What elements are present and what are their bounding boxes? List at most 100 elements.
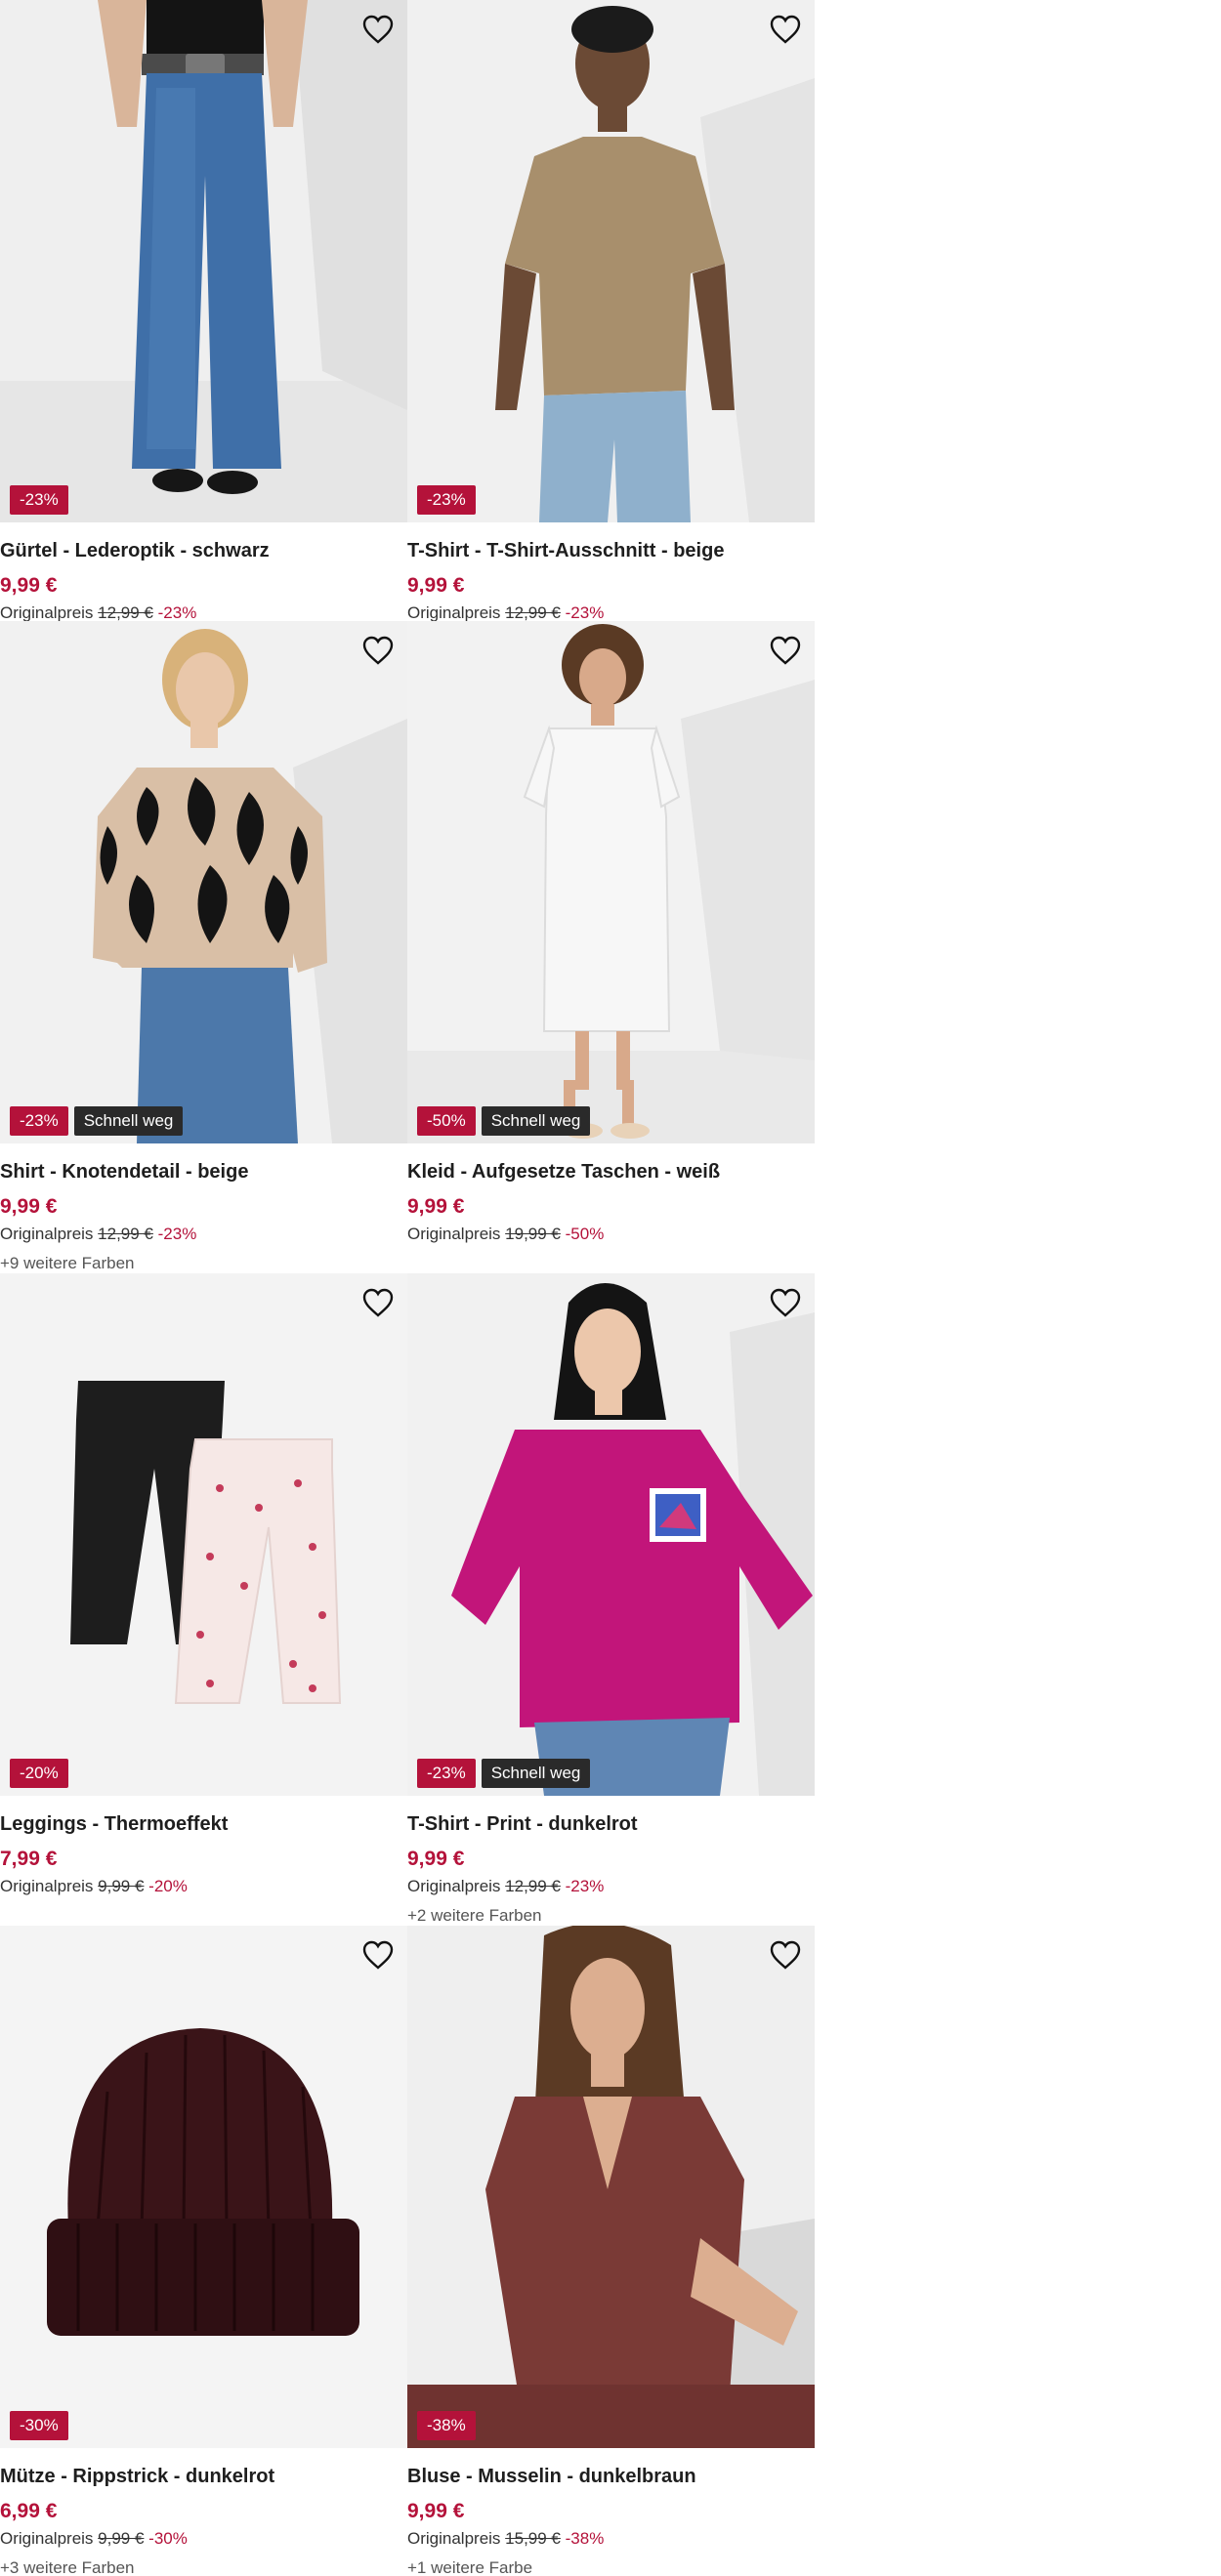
product-title[interactable]: T-Shirt - T-Shirt-Ausschnitt - beige: [407, 538, 815, 563]
product-title[interactable]: Shirt - Knotendetail - beige: [0, 1159, 407, 1184]
product-photo-jeans: [0, 0, 407, 522]
wishlist-heart-icon[interactable]: [768, 1937, 803, 1973]
product-info: Kleid - Aufgesetze Taschen - weiß 9,99 €…: [407, 1143, 815, 1245]
product-title[interactable]: Leggings - Thermoeffekt: [0, 1811, 407, 1837]
product-price: 7,99 €: [0, 1848, 58, 1870]
badge-row: -30%: [10, 2411, 68, 2440]
wishlist-heart-icon[interactable]: [360, 1937, 396, 1973]
badge-row: -23%: [10, 485, 68, 515]
wishlist-heart-icon[interactable]: [768, 1285, 803, 1320]
badge-row: -23% Schnell weg: [10, 1106, 184, 1136]
product-title[interactable]: Bluse - Musselin - dunkelbraun: [407, 2464, 815, 2489]
schnell-weg-badge: Schnell weg: [481, 1759, 591, 1788]
product-info: Bluse - Musselin - dunkelbraun 9,99 € Or…: [407, 2448, 815, 2576]
product-photo-tshirt-print: [407, 1273, 815, 1796]
product-card[interactable]: -23% T-Shirt - T-Shirt-Ausschnitt - beig…: [407, 0, 815, 621]
original-price: 12,99 €: [505, 1877, 561, 1895]
original-price-line: Originalpreis 19,99 € -50%: [407, 1224, 815, 1245]
original-price-line: Originalpreis 12,99 € -23%: [0, 602, 407, 621]
product-price: 9,99 €: [407, 1848, 465, 1870]
product-photo-shirt-print: [0, 621, 407, 1143]
product-info: Gürtel - Lederoptik - schwarz 9,99 € Ori…: [0, 522, 407, 621]
product-image[interactable]: -38%: [407, 1926, 815, 2448]
badge-row: -23%: [417, 485, 476, 515]
product-title[interactable]: Mütze - Rippstrick - dunkelrot: [0, 2464, 407, 2489]
original-price-label: Originalpreis: [0, 2529, 94, 2548]
product-info: T-Shirt - Print - dunkelrot 9,99 € Origi…: [407, 1796, 815, 1926]
product-info: T-Shirt - T-Shirt-Ausschnitt - beige 9,9…: [407, 522, 815, 621]
original-price: 9,99 €: [98, 1877, 145, 1895]
more-colors-link[interactable]: +9 weitere Farben: [0, 1253, 407, 1273]
discount-percent: -23%: [157, 603, 197, 621]
product-card[interactable]: -23% Schnell weg T-Shirt - Print - dunke…: [407, 1273, 815, 1926]
product-info: Shirt - Knotendetail - beige 9,99 € Orig…: [0, 1143, 407, 1273]
discount-badge: -38%: [417, 2411, 476, 2440]
discount-percent: -23%: [565, 1877, 605, 1895]
product-info: Mütze - Rippstrick - dunkelrot 6,99 € Or…: [0, 2448, 407, 2576]
original-price-label: Originalpreis: [407, 1877, 501, 1895]
product-card[interactable]: -20% Leggings - Thermoeffekt 7,99 € Orig…: [0, 1273, 407, 1926]
wishlist-heart-icon[interactable]: [768, 633, 803, 668]
product-title[interactable]: T-Shirt - Print - dunkelrot: [407, 1811, 815, 1837]
original-price: 12,99 €: [98, 1225, 153, 1243]
product-card[interactable]: -50% Schnell weg Kleid - Aufgesetze Tasc…: [407, 621, 815, 1273]
discount-percent: -20%: [148, 1877, 188, 1895]
original-price: 15,99 €: [505, 2529, 561, 2548]
product-title[interactable]: Gürtel - Lederoptik - schwarz: [0, 538, 407, 563]
original-price: 12,99 €: [98, 603, 153, 621]
discount-badge: -23%: [417, 485, 476, 515]
product-price: 6,99 €: [0, 2500, 58, 2522]
original-price-label: Originalpreis: [407, 1225, 501, 1243]
discount-badge: -20%: [10, 1759, 68, 1788]
discount-badge: -23%: [10, 485, 68, 515]
product-image[interactable]: -23% Schnell weg: [0, 621, 407, 1143]
more-colors-link[interactable]: +3 weitere Farben: [0, 2557, 407, 2576]
product-card[interactable]: -23% Gürtel - Lederoptik - schwarz 9,99 …: [0, 0, 407, 621]
discount-badge: -30%: [10, 2411, 68, 2440]
product-photo-blouse: [407, 1926, 815, 2448]
product-image[interactable]: -20%: [0, 1273, 407, 1796]
product-image[interactable]: -23%: [0, 0, 407, 522]
product-grid: -23% Gürtel - Lederoptik - schwarz 9,99 …: [0, 0, 815, 2576]
product-card[interactable]: -30% Mütze - Rippstrick - dunkelrot 6,99…: [0, 1926, 407, 2576]
original-price-line: Originalpreis 9,99 € -20%: [0, 1876, 407, 1897]
schnell-weg-badge: Schnell weg: [73, 1106, 184, 1136]
product-image[interactable]: -30%: [0, 1926, 407, 2448]
product-photo-tshirt-beige: [407, 0, 815, 522]
product-image[interactable]: -50% Schnell weg: [407, 621, 815, 1143]
product-image[interactable]: -23%: [407, 0, 815, 522]
original-price-label: Originalpreis: [0, 1225, 94, 1243]
product-image[interactable]: -23% Schnell weg: [407, 1273, 815, 1796]
wishlist-heart-icon[interactable]: [360, 1285, 396, 1320]
original-price: 19,99 €: [505, 1225, 561, 1243]
original-price: 9,99 €: [98, 2529, 145, 2548]
badge-row: -23% Schnell weg: [417, 1759, 591, 1788]
wishlist-heart-icon[interactable]: [768, 12, 803, 47]
discount-percent: -50%: [565, 1225, 605, 1243]
discount-percent: -23%: [157, 1225, 197, 1243]
more-colors-link[interactable]: +2 weitere Farben: [407, 1905, 815, 1926]
product-card[interactable]: -23% Schnell weg Shirt - Knotendetail - …: [0, 621, 407, 1273]
product-price: 9,99 €: [407, 1195, 465, 1218]
original-price-line: Originalpreis 12,99 € -23%: [0, 1224, 407, 1245]
product-price: 9,99 €: [0, 1195, 58, 1218]
badge-row: -20%: [10, 1759, 68, 1788]
original-price-line: Originalpreis 9,99 € -30%: [0, 2528, 407, 2550]
original-price-label: Originalpreis: [407, 2529, 501, 2548]
product-price: 9,99 €: [407, 574, 465, 597]
original-price-label: Originalpreis: [407, 603, 501, 621]
wishlist-heart-icon[interactable]: [360, 633, 396, 668]
product-photo-dress-white: [407, 621, 815, 1143]
discount-percent: -30%: [148, 2529, 188, 2548]
original-price-line: Originalpreis 15,99 € -38%: [407, 2528, 815, 2550]
original-price-label: Originalpreis: [0, 603, 94, 621]
product-photo-beanie: [0, 1926, 407, 2448]
product-title[interactable]: Kleid - Aufgesetze Taschen - weiß: [407, 1159, 815, 1184]
wishlist-heart-icon[interactable]: [360, 12, 396, 47]
product-card[interactable]: -38% Bluse - Musselin - dunkelbraun 9,99…: [407, 1926, 815, 2576]
product-photo-leggings: [0, 1273, 407, 1796]
badge-row: -38%: [417, 2411, 476, 2440]
product-price: 9,99 €: [0, 574, 58, 597]
discount-badge: -23%: [417, 1759, 476, 1788]
more-colors-link[interactable]: +1 weitere Farbe: [407, 2557, 815, 2576]
